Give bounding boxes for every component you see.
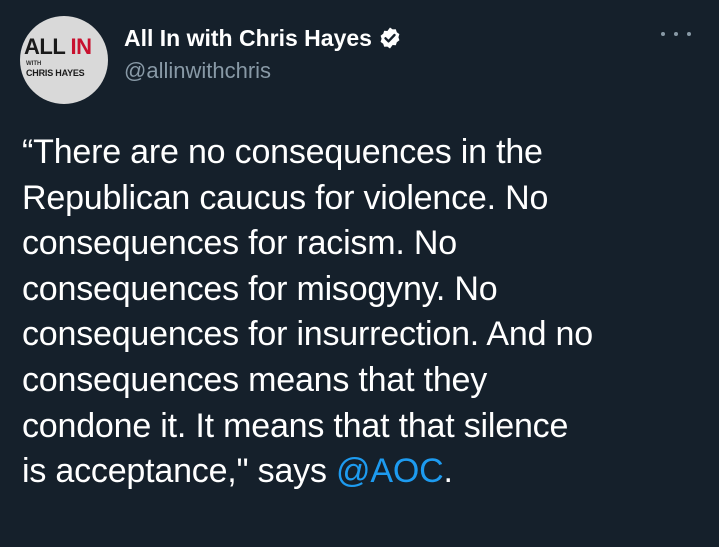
tweet-header: ALL IN WITH CHRIS HAYES All In with Chri… bbox=[16, 10, 703, 104]
display-name-row[interactable]: All In with Chris Hayes bbox=[124, 24, 402, 52]
more-options-icon[interactable] bbox=[661, 24, 691, 44]
display-name[interactable]: All In with Chris Hayes bbox=[124, 24, 372, 52]
verified-badge-icon bbox=[378, 26, 402, 50]
mention-link[interactable]: @AOC bbox=[336, 452, 444, 490]
tweet-card: ALL IN WITH CHRIS HAYES All In with Chri… bbox=[0, 0, 719, 547]
avatar-logo-word1: ALL bbox=[24, 34, 65, 59]
tweet-line: consequences for misogyny. No bbox=[22, 269, 498, 308]
account-handle[interactable]: @allinwithchris bbox=[124, 56, 402, 86]
avatar-logo-word2: IN bbox=[70, 34, 93, 59]
tweet-line: Republican caucus for violence. No bbox=[22, 178, 549, 217]
avatar[interactable]: ALL IN WITH CHRIS HAYES bbox=[20, 16, 108, 104]
tweet-line: consequences means that they bbox=[22, 360, 488, 399]
tweet-line: consequences for racism. No bbox=[22, 224, 457, 263]
tweet-line: condone it. It means that that silence bbox=[22, 406, 569, 445]
tweet-line: consequences for insurrection. And no bbox=[22, 315, 593, 354]
avatar-logo-small: WITH bbox=[26, 61, 42, 67]
tweet-text: “There are no consequences in the Republ… bbox=[22, 130, 702, 495]
tweet-ending: . bbox=[443, 452, 453, 491]
account-names: All In with Chris Hayes @allinwithchris bbox=[124, 24, 402, 86]
tweet-line: “There are no consequences in the bbox=[22, 133, 543, 171]
tweet-last-line: is acceptance," says @AOC. bbox=[22, 449, 702, 495]
avatar-logo-title: ALL IN bbox=[24, 34, 104, 60]
tweet-line: is acceptance," says bbox=[22, 452, 337, 491]
avatar-logo-name: CHRIS HAYES bbox=[26, 68, 85, 78]
